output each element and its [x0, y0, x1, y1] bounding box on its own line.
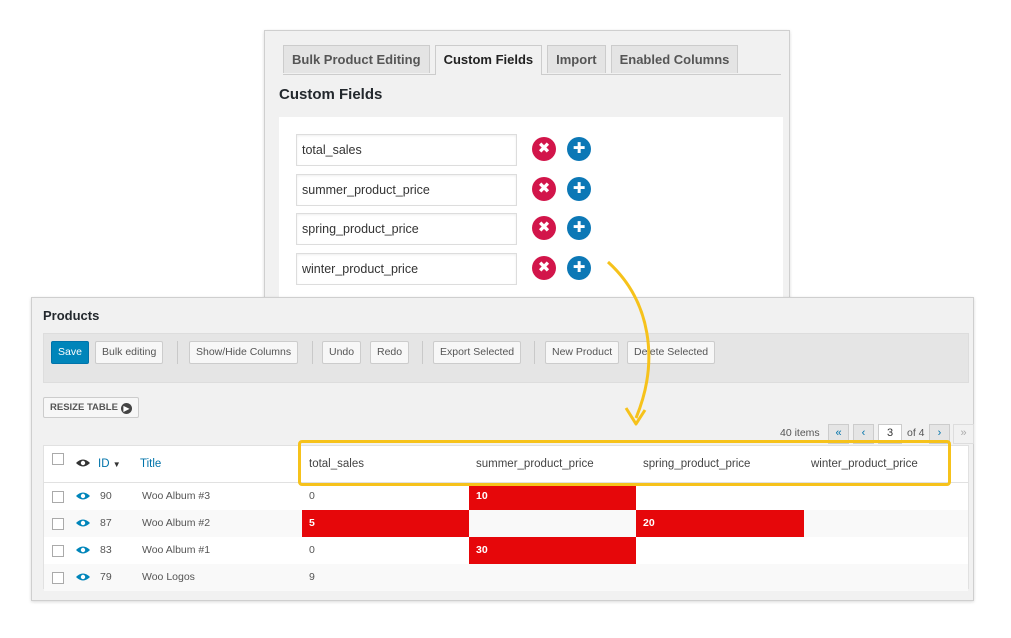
add-field-icon[interactable]: ✚ — [567, 256, 591, 280]
custom-field-input[interactable]: winter_product_price — [296, 253, 517, 285]
table-row[interactable]: 90 Woo Album #3 0 10 — [44, 483, 968, 510]
show-hide-columns-button[interactable]: Show/Hide Columns — [189, 341, 299, 364]
eye-icon — [76, 459, 90, 467]
tab-import[interactable]: Import — [547, 45, 606, 73]
toolbar-divider — [177, 341, 178, 364]
last-page-button[interactable]: » — [953, 424, 974, 444]
delete-selected-button[interactable]: Delete Selected — [627, 341, 716, 364]
row-id: 90 — [100, 490, 112, 502]
custom-fields-list: total_sales ✖ ✚ summer_product_price ✖ ✚… — [279, 117, 783, 317]
tab-bar: Bulk Product Editing Custom Fields Impor… — [283, 45, 781, 75]
page-total: of 4 — [907, 427, 925, 439]
row-id: 87 — [100, 517, 112, 529]
toolbar-divider — [422, 341, 423, 364]
remove-field-icon[interactable]: ✖ — [532, 256, 556, 280]
items-count: 40 items — [780, 427, 820, 439]
row-title[interactable]: Woo Logos — [142, 564, 195, 591]
products-toolbar: Save Bulk editing Show/Hide Columns Undo… — [43, 333, 969, 383]
row-total-sales[interactable]: 0 — [309, 483, 315, 510]
redo-button[interactable]: Redo — [370, 341, 410, 364]
eye-icon[interactable] — [75, 490, 91, 502]
export-selected-button[interactable]: Export Selected — [433, 341, 522, 364]
products-title: Products — [43, 308, 100, 323]
eye-icon[interactable] — [75, 517, 91, 529]
row-checkbox[interactable] — [52, 491, 64, 503]
row-title[interactable]: Woo Album #2 — [142, 510, 210, 537]
add-field-icon[interactable]: ✚ — [567, 216, 591, 240]
remove-field-icon[interactable]: ✖ — [532, 177, 556, 201]
row-total-sales[interactable]: 9 — [309, 564, 315, 591]
custom-field-input[interactable]: total_sales — [296, 134, 517, 166]
table-row[interactable]: 79 Woo Logos 9 — [44, 564, 968, 591]
row-title[interactable]: Woo Album #3 — [142, 483, 210, 510]
row-total-sales[interactable]: 5 — [302, 510, 469, 537]
column-header-id-label: ID — [98, 458, 110, 470]
new-product-button[interactable]: New Product — [545, 341, 620, 364]
tab-custom-fields[interactable]: Custom Fields — [434, 45, 543, 75]
tab-enabled-columns[interactable]: Enabled Columns — [610, 45, 739, 73]
eye-icon[interactable] — [75, 571, 91, 583]
row-checkbox[interactable] — [52, 518, 64, 530]
custom-field-input[interactable]: spring_product_price — [296, 213, 517, 245]
custom-field-row: total_sales ✖ ✚ — [296, 134, 596, 166]
row-total-sales[interactable]: 0 — [309, 537, 315, 564]
custom-field-row: winter_product_price ✖ ✚ — [296, 253, 596, 285]
table-row[interactable]: 87 Woo Album #2 5 20 — [44, 510, 968, 537]
table-row[interactable]: 83 Woo Album #1 0 30 — [44, 537, 968, 564]
row-spring-product-price[interactable]: 20 — [636, 510, 804, 537]
eye-icon[interactable] — [75, 544, 91, 556]
custom-fields-title: Custom Fields — [279, 86, 383, 103]
column-header-id[interactable]: ID ▼ — [98, 458, 121, 470]
row-id: 83 — [100, 544, 112, 556]
row-checkbox[interactable] — [52, 545, 64, 557]
sort-desc-icon: ▼ — [112, 460, 121, 469]
custom-field-row: spring_product_price ✖ ✚ — [296, 213, 596, 245]
tab-bulk-product-editing[interactable]: Bulk Product Editing — [283, 45, 430, 73]
row-summer-product-price[interactable]: 10 — [469, 483, 636, 510]
resize-table-label: RESIZE TABLE — [50, 402, 118, 413]
undo-button[interactable]: Undo — [322, 341, 362, 364]
resize-table-button[interactable]: RESIZE TABLE ▶ — [43, 397, 139, 418]
remove-field-icon[interactable]: ✖ — [532, 216, 556, 240]
arrow-right-circle-icon: ▶ — [120, 403, 132, 414]
toolbar-divider — [312, 341, 313, 364]
custom-fields-panel: Bulk Product Editing Custom Fields Impor… — [264, 30, 790, 322]
custom-columns-highlight — [298, 440, 951, 486]
add-field-icon[interactable]: ✚ — [567, 177, 591, 201]
bulk-editing-button[interactable]: Bulk editing — [95, 341, 164, 364]
save-button[interactable]: Save — [51, 341, 89, 364]
custom-field-row: summer_product_price ✖ ✚ — [296, 174, 596, 206]
toolbar-divider — [534, 341, 535, 364]
remove-field-icon[interactable]: ✖ — [532, 137, 556, 161]
column-header-title[interactable]: Title — [140, 458, 161, 470]
row-title[interactable]: Woo Album #1 — [142, 537, 210, 564]
row-id: 79 — [100, 571, 112, 583]
select-all-checkbox[interactable] — [52, 453, 64, 465]
row-summer-product-price[interactable]: 30 — [469, 537, 636, 564]
custom-field-input[interactable]: summer_product_price — [296, 174, 517, 206]
row-checkbox[interactable] — [52, 572, 64, 584]
add-field-icon[interactable]: ✚ — [567, 137, 591, 161]
